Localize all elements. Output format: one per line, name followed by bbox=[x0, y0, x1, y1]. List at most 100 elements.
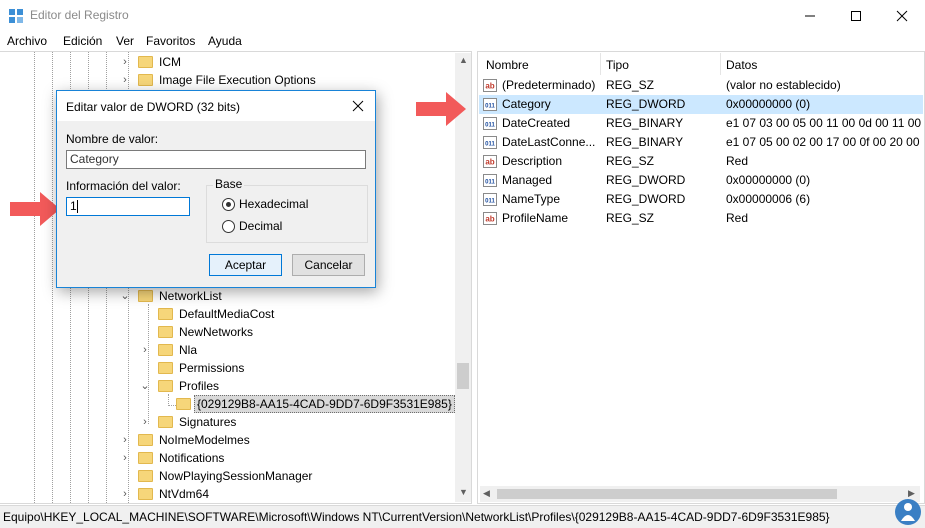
scroll-up-icon[interactable]: ▲ bbox=[459, 55, 468, 65]
value-name-field[interactable]: Category bbox=[66, 150, 366, 169]
menu-ayuda[interactable]: Ayuda bbox=[208, 34, 242, 48]
folder-icon bbox=[138, 488, 153, 500]
value-type: REG_SZ bbox=[606, 78, 655, 92]
value-name: Description bbox=[502, 154, 563, 168]
string-value-icon: ab bbox=[483, 79, 497, 92]
column-separator[interactable] bbox=[720, 53, 721, 75]
value-type-badge: 011 bbox=[485, 104, 495, 110]
hexadecimal-label[interactable]: Hexadecimal bbox=[239, 197, 308, 211]
base-group-title: Base bbox=[213, 177, 245, 191]
value-type: REG_BINARY bbox=[606, 135, 684, 149]
value-data: (valor no establecido) bbox=[726, 78, 841, 92]
value-data: e1 07 05 00 02 00 17 00 0f 00 20 00 19 0 bbox=[726, 135, 922, 149]
value-type: REG_DWORD bbox=[606, 97, 686, 111]
scrollbar-thumb[interactable] bbox=[497, 489, 837, 499]
folder-open-icon bbox=[158, 380, 173, 392]
dialog-close-button[interactable] bbox=[347, 96, 369, 116]
folder-icon bbox=[138, 452, 153, 464]
column-header-data[interactable]: Datos bbox=[726, 58, 757, 72]
tree-guide-line bbox=[148, 304, 149, 424]
scrollbar-thumb[interactable] bbox=[457, 363, 469, 389]
value-data: Red bbox=[726, 211, 749, 225]
tree-item-label: ICM bbox=[159, 55, 181, 69]
tree-item-label: NoImeModelmes bbox=[159, 433, 250, 447]
value-type: REG_SZ bbox=[606, 154, 655, 168]
value-name-label: Nombre de valor: bbox=[66, 132, 159, 146]
tree-item-label: DefaultMediaCost bbox=[179, 307, 275, 321]
binary-value-icon: 011 bbox=[483, 117, 497, 130]
value-data-field[interactable]: 1 bbox=[66, 197, 190, 216]
value-name: DateLastConne... bbox=[502, 135, 596, 149]
binary-value-icon: 011 bbox=[483, 136, 497, 149]
decimal-radio[interactable] bbox=[222, 220, 235, 233]
binary-value-icon: 011 bbox=[483, 98, 497, 111]
values-horizontal-scrollbar[interactable]: ◀ ▶ bbox=[480, 486, 920, 502]
folder-icon bbox=[158, 362, 173, 374]
expand-chevron-icon[interactable]: › bbox=[120, 431, 130, 449]
minimize-button[interactable] bbox=[787, 0, 833, 31]
value-data: e1 07 03 00 05 00 11 00 0d 00 11 00 18 bbox=[726, 116, 922, 130]
menu-archivo[interactable]: Archivo bbox=[7, 34, 47, 48]
collapse-chevron-icon[interactable]: ⌄ bbox=[140, 377, 150, 395]
expand-chevron-icon[interactable]: › bbox=[120, 449, 130, 467]
value-name: Category bbox=[502, 97, 551, 111]
value-data: 0x00000006 (6) bbox=[726, 192, 811, 206]
tutorial-site-logo-icon bbox=[895, 499, 921, 525]
column-header-name[interactable]: Nombre bbox=[486, 58, 529, 72]
value-data: 0x00000000 (0) bbox=[726, 173, 811, 187]
menu-ver[interactable]: Ver bbox=[116, 34, 134, 48]
value-type: REG_BINARY bbox=[606, 116, 684, 130]
maximize-icon bbox=[851, 10, 861, 21]
maximize-button[interactable] bbox=[833, 0, 879, 31]
scroll-down-icon[interactable]: ▼ bbox=[459, 487, 468, 497]
scroll-left-icon[interactable]: ◀ bbox=[483, 488, 490, 499]
value-type-badge: 011 bbox=[485, 180, 495, 186]
value-row[interactable]: 011 Managed REG_DWORD 0x00000000 (0) bbox=[479, 171, 923, 190]
value-row[interactable]: ab (Predeterminado) REG_SZ (valor no establ… bbox=[479, 76, 923, 95]
column-separator[interactable] bbox=[600, 53, 601, 75]
value-type: REG_SZ bbox=[606, 211, 655, 225]
menu-favoritos[interactable]: Favoritos bbox=[146, 34, 195, 48]
expand-chevron-icon[interactable]: › bbox=[140, 413, 150, 431]
value-row[interactable]: ab Description REG_SZ Red bbox=[479, 152, 923, 171]
folder-icon bbox=[158, 326, 173, 338]
menu-edicion[interactable]: Edición bbox=[63, 34, 102, 48]
hexadecimal-radio[interactable] bbox=[222, 198, 235, 211]
registry-editor-icon bbox=[9, 9, 23, 23]
folder-icon bbox=[138, 470, 153, 482]
tree-item-label: Image File Execution Options bbox=[159, 73, 316, 87]
string-value-icon: ab bbox=[483, 155, 497, 168]
value-row[interactable]: ab ProfileName REG_SZ Red bbox=[479, 209, 923, 228]
value-type-badge: 011 bbox=[485, 142, 495, 148]
column-header-type[interactable]: Tipo bbox=[606, 58, 629, 72]
decimal-label[interactable]: Decimal bbox=[239, 219, 282, 233]
radio-selected-dot bbox=[226, 202, 231, 207]
value-name: ProfileName bbox=[502, 211, 569, 225]
value-data: 0x00000000 (0) bbox=[726, 97, 811, 111]
tree-item-label: Permissions bbox=[179, 361, 245, 375]
folder-icon bbox=[176, 398, 191, 410]
expand-chevron-icon[interactable]: › bbox=[140, 341, 150, 359]
minimize-icon bbox=[805, 15, 815, 16]
value-row[interactable]: 011 NameType REG_DWORD 0x00000006 (6) bbox=[479, 190, 923, 209]
tree-guide-line bbox=[34, 52, 35, 503]
value-data-label: Información del valor: bbox=[66, 179, 181, 193]
ok-button[interactable]: Aceptar bbox=[209, 254, 282, 276]
expand-chevron-icon[interactable]: › bbox=[120, 71, 130, 89]
collapse-chevron-icon[interactable]: ⌄ bbox=[120, 287, 130, 305]
window-title: Editor del Registro bbox=[30, 8, 129, 22]
value-type: REG_DWORD bbox=[606, 192, 686, 206]
value-row[interactable]: 011 DateCreated REG_BINARY e1 07 03 00 05 0… bbox=[479, 114, 923, 133]
expand-chevron-icon[interactable]: › bbox=[120, 53, 130, 71]
tree-item-label: Notifications bbox=[159, 451, 225, 465]
value-data-text: 1 bbox=[70, 199, 77, 213]
tree-item-label: NetworkList bbox=[159, 289, 222, 303]
value-name: (Predeterminado) bbox=[502, 78, 596, 92]
value-row[interactable]: 011 Category REG_DWORD 0x00000000 (0) bbox=[479, 95, 923, 114]
registry-path: Equipo\HKEY_LOCAL_MACHINE\SOFTWARE\Micro… bbox=[3, 510, 830, 524]
cancel-button[interactable]: Cancelar bbox=[292, 254, 365, 276]
folder-icon bbox=[158, 416, 173, 428]
value-row[interactable]: 011 DateLastConne... REG_BINARY e1 07 05 00… bbox=[479, 133, 923, 152]
expand-chevron-icon[interactable]: › bbox=[120, 485, 130, 503]
close-button[interactable] bbox=[879, 0, 925, 31]
